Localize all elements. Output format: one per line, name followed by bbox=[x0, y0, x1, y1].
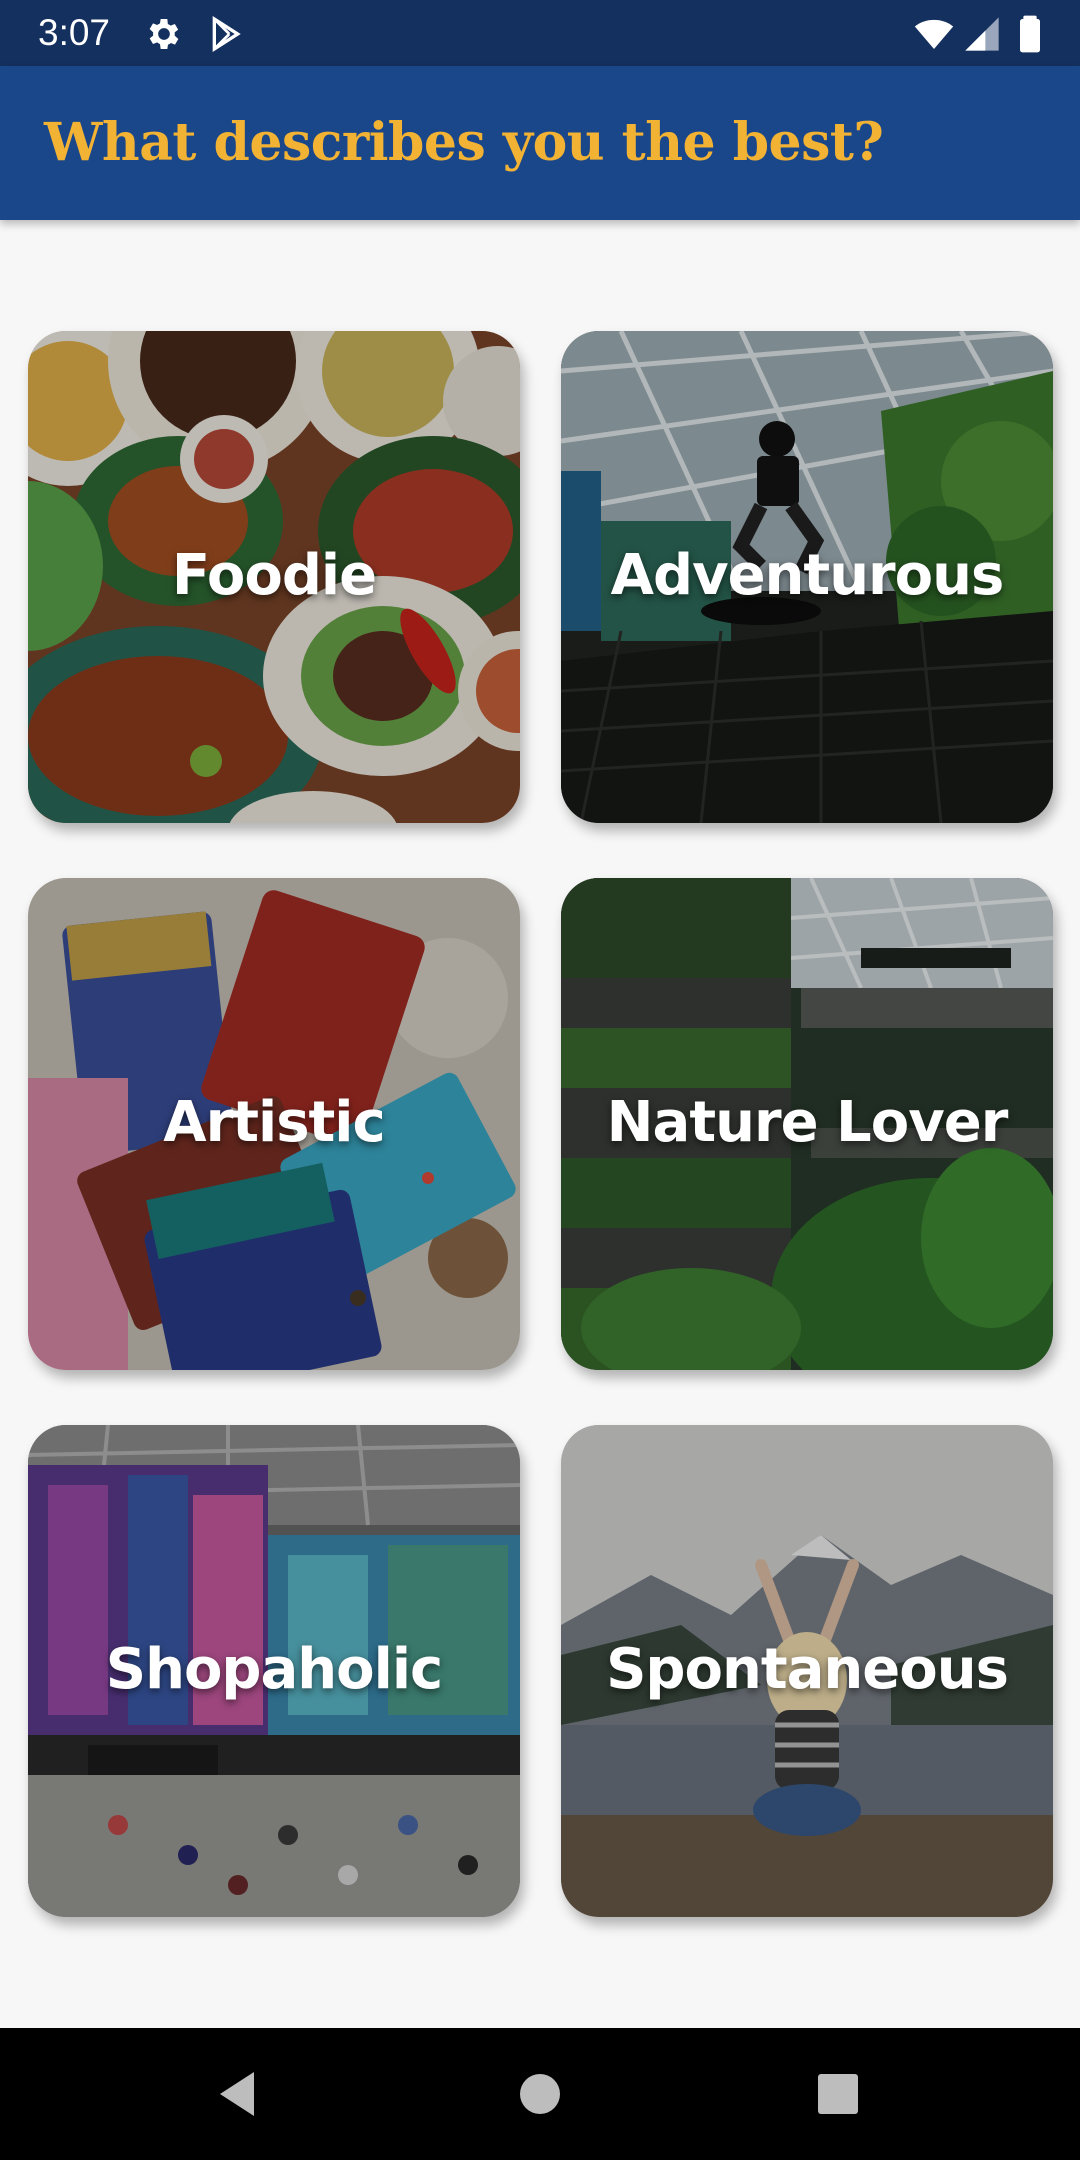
card-label-shopaholic: Shopaholic bbox=[105, 1637, 443, 1702]
status-time: 3:07 bbox=[38, 12, 111, 53]
card-label-spontaneous: Spontaneous bbox=[606, 1637, 1009, 1702]
card-nature-lover[interactable]: Nature Lover bbox=[561, 878, 1053, 1370]
page-title: What describes you the best? bbox=[44, 112, 884, 173]
settings-icon bbox=[144, 14, 184, 54]
home-icon[interactable] bbox=[510, 2064, 570, 2124]
battery-icon bbox=[1010, 14, 1050, 54]
play-store-icon bbox=[206, 14, 246, 54]
status-bar: 3:07 bbox=[0, 0, 1080, 66]
recents-icon[interactable] bbox=[808, 2064, 868, 2124]
card-foodie[interactable]: Foodie bbox=[28, 331, 520, 823]
card-adventurous[interactable]: Adventurous bbox=[561, 331, 1053, 823]
back-icon[interactable] bbox=[210, 2064, 270, 2124]
card-spontaneous[interactable]: Spontaneous bbox=[561, 1425, 1053, 1917]
navigation-bar bbox=[0, 2028, 1080, 2160]
app-bar: What describes you the best? bbox=[0, 66, 1080, 220]
signal-icon bbox=[962, 14, 1002, 54]
card-label-foodie: Foodie bbox=[171, 543, 377, 608]
card-label-adventurous: Adventurous bbox=[610, 543, 1005, 608]
card-label-nature-lover: Nature Lover bbox=[606, 1090, 1009, 1155]
card-shopaholic[interactable]: Shopaholic bbox=[28, 1425, 520, 1917]
wifi-icon bbox=[914, 14, 954, 54]
card-label-artistic: Artistic bbox=[163, 1090, 385, 1155]
card-artistic[interactable]: Artistic bbox=[28, 878, 520, 1370]
